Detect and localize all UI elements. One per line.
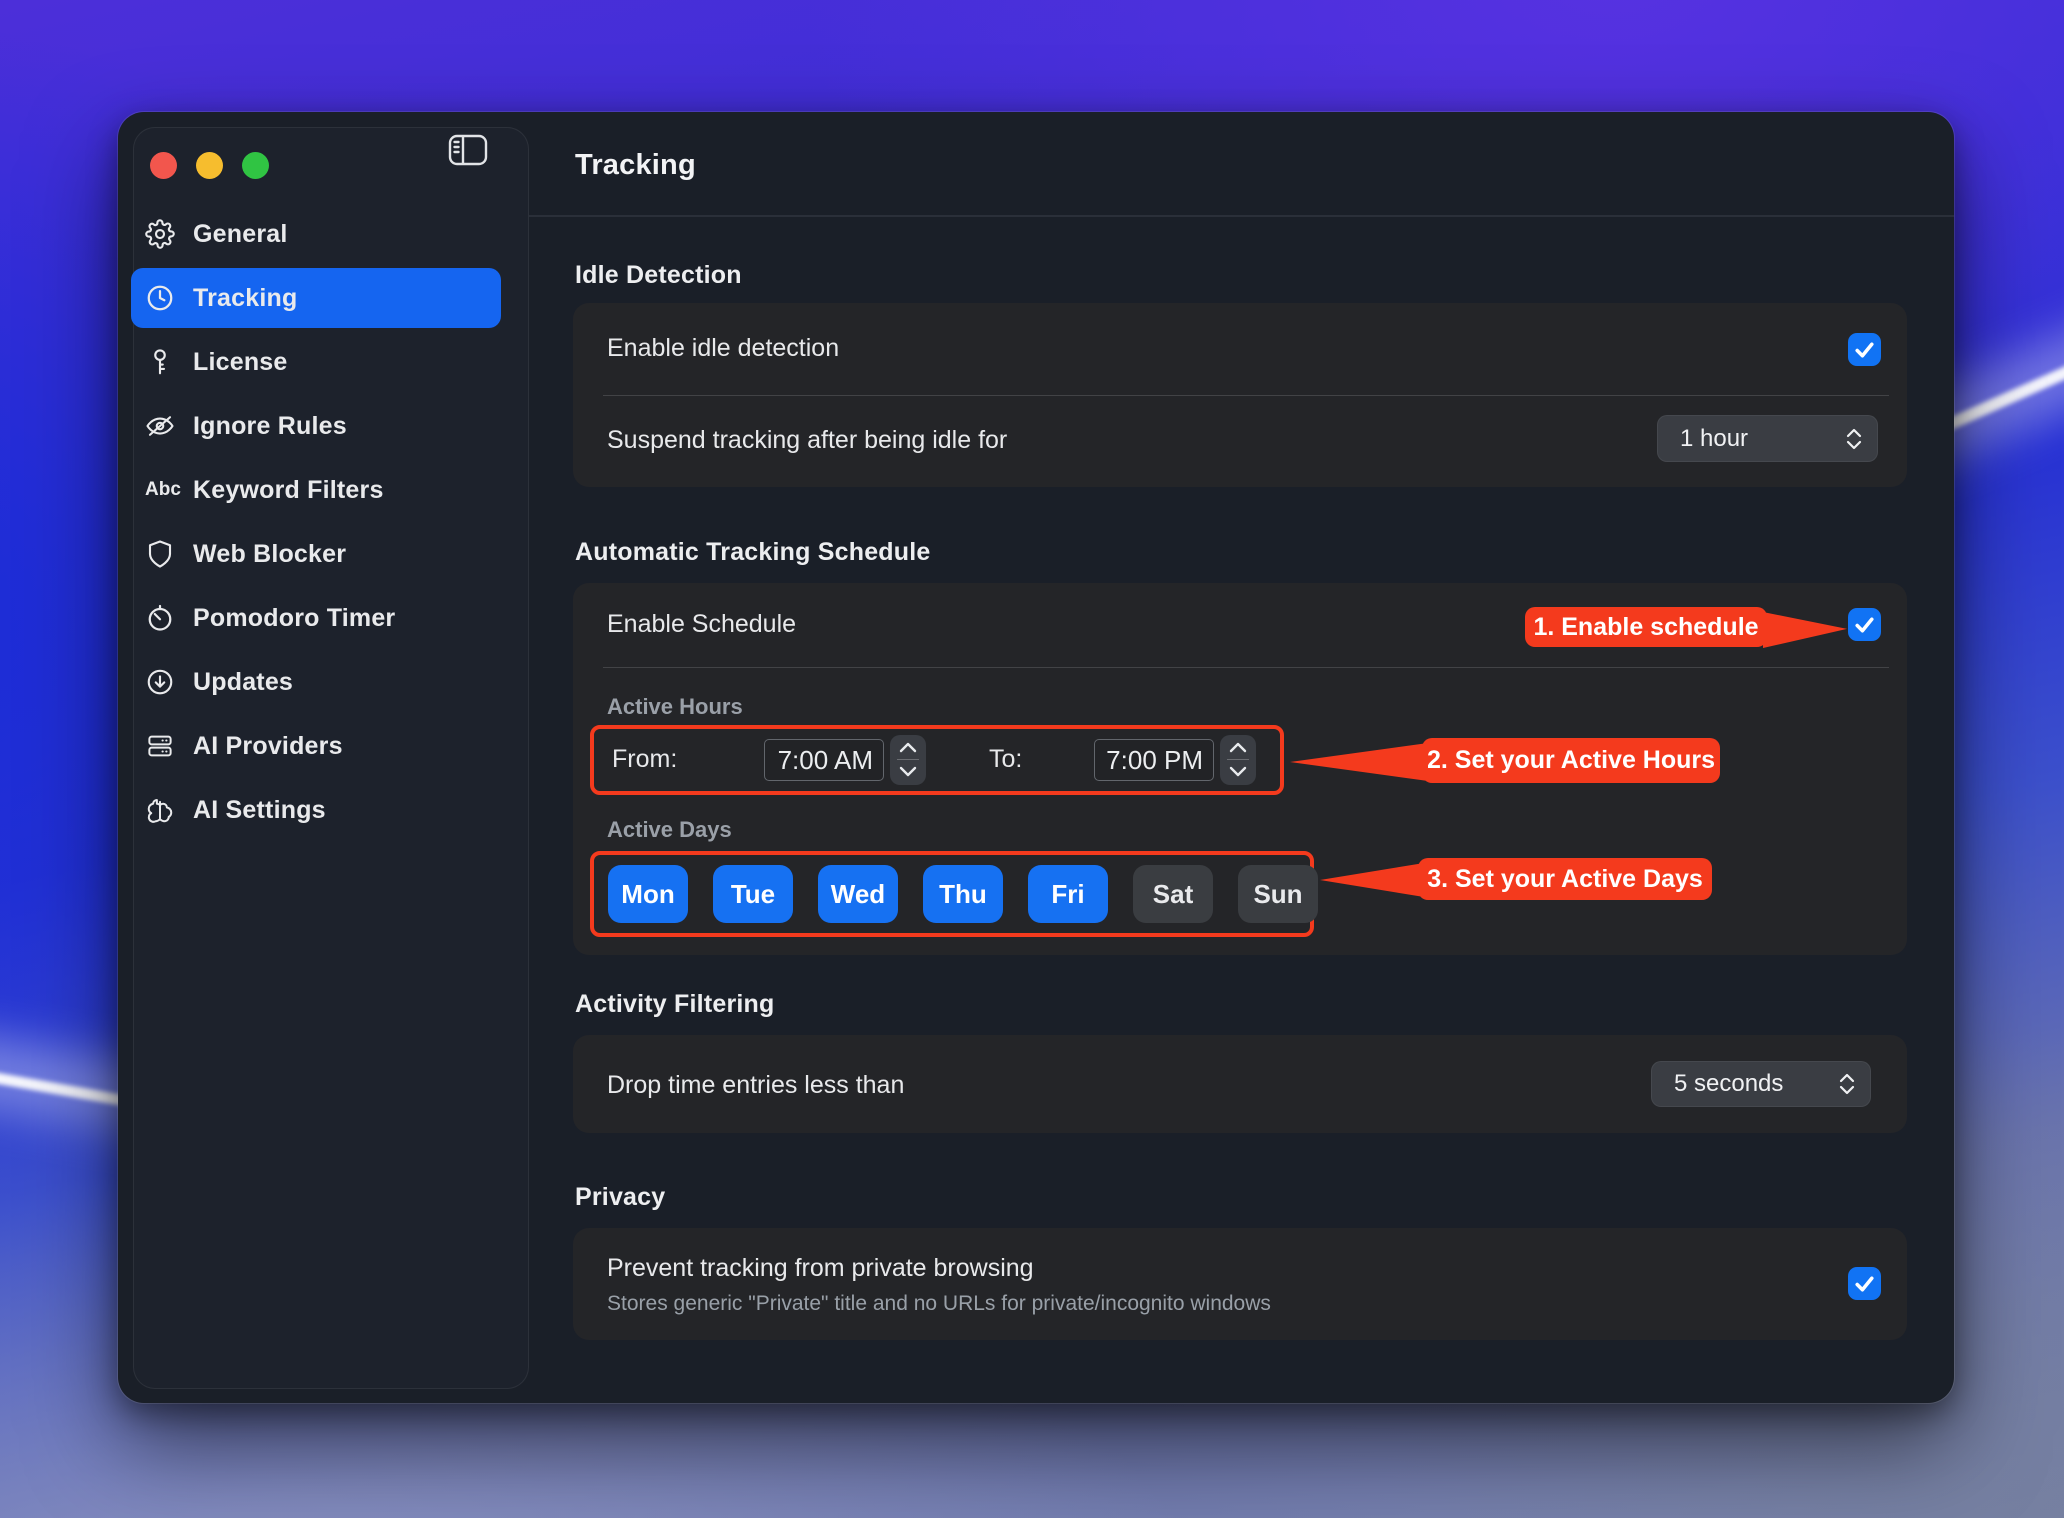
idle-detection-card: Enable idle detection Suspend tracking a… [573, 303, 1907, 487]
titlebar-divider [529, 215, 1954, 217]
day-button-thu[interactable]: Thu [923, 865, 1003, 923]
check-icon [1852, 612, 1877, 637]
sidebar-item-ai-providers[interactable]: AI Providers [131, 716, 501, 776]
day-button-fri[interactable]: Fri [1028, 865, 1108, 923]
sidebar-item-pomodoro-timer[interactable]: Pomodoro Timer [131, 588, 501, 648]
sidebar-item-label: Keyword Filters [193, 476, 384, 505]
sidebar-item-web-blocker[interactable]: Web Blocker [131, 524, 501, 584]
sidebar-item-label: Tracking [193, 284, 297, 313]
drop-entries-label: Drop time entries less than [607, 1071, 904, 1100]
section-title-privacy: Privacy [575, 1183, 665, 1212]
check-icon [1852, 337, 1877, 362]
abc-icon: Abc [145, 475, 181, 505]
stepper-down-icon[interactable] [1225, 760, 1251, 782]
day-button-wed[interactable]: Wed [818, 865, 898, 923]
sidebar-item-ignore-rules[interactable]: Ignore Rules [131, 396, 501, 456]
day-button-tue[interactable]: Tue [713, 865, 793, 923]
from-label: From: [612, 745, 677, 774]
timer-icon [145, 603, 181, 633]
section-title-idle-detection: Idle Detection [575, 261, 742, 290]
drop-entries-dropdown[interactable]: 5 seconds [1651, 1061, 1871, 1107]
sidebar-item-label: License [193, 348, 288, 377]
enable-idle-detection-label: Enable idle detection [607, 334, 839, 363]
from-time-field[interactable]: 7:00 AM [764, 739, 884, 781]
shield-icon [145, 539, 181, 569]
brain-icon [145, 795, 181, 825]
sidebar-item-keyword-filters[interactable]: Abc Keyword Filters [131, 460, 501, 520]
eye-off-icon [145, 411, 181, 441]
sidebar-item-label: AI Providers [193, 732, 343, 761]
stepper-up-icon[interactable] [1225, 737, 1251, 759]
sidebar-item-updates[interactable]: Updates [131, 652, 501, 712]
suspend-tracking-label: Suspend tracking after being idle for [607, 426, 1007, 455]
private-browsing-checkbox[interactable] [1848, 1267, 1881, 1300]
stepper-up-icon[interactable] [895, 737, 921, 759]
private-browsing-sublabel: Stores generic "Private" title and no UR… [607, 1292, 1271, 1316]
desktop-wallpaper: General Tracking License Ignore Rules Ab… [0, 0, 2064, 1518]
clock-icon [145, 283, 181, 313]
drop-entries-value: 5 seconds [1674, 1070, 1783, 1098]
section-title-schedule: Automatic Tracking Schedule [575, 538, 931, 567]
enable-schedule-checkbox[interactable] [1848, 608, 1881, 641]
check-icon [1852, 1271, 1877, 1296]
stepper-down-icon[interactable] [895, 760, 921, 782]
row-divider [603, 667, 1889, 668]
sidebar-item-tracking[interactable]: Tracking [131, 268, 501, 328]
active-days-annotation-box: Mon Tue Wed Thu Fri Sat Sun [590, 851, 1314, 937]
day-button-mon[interactable]: Mon [608, 865, 688, 923]
privacy-card: Prevent tracking from private browsing S… [573, 1228, 1907, 1340]
sidebar-item-label: Pomodoro Timer [193, 604, 395, 633]
zoom-button[interactable] [242, 152, 269, 179]
chevron-up-down-icon [1843, 426, 1865, 452]
active-days-label: Active Days [607, 817, 732, 843]
gear-icon [145, 219, 181, 249]
private-browsing-label: Prevent tracking from private browsing [607, 1254, 1034, 1283]
server-icon [145, 731, 181, 761]
sidebar-nav: General Tracking License Ignore Rules Ab… [131, 204, 501, 844]
sidebar-item-label: Web Blocker [193, 540, 346, 569]
day-button-sun[interactable]: Sun [1238, 865, 1318, 923]
chevron-up-down-icon [1836, 1071, 1858, 1097]
active-hours-annotation-box: From: 7:00 AM To: 7:00 PM [590, 725, 1284, 795]
close-button[interactable] [150, 152, 177, 179]
settings-window: General Tracking License Ignore Rules Ab… [118, 112, 1954, 1403]
idle-duration-value: 1 hour [1680, 425, 1748, 453]
minimize-button[interactable] [196, 152, 223, 179]
enable-schedule-label: Enable Schedule [607, 610, 796, 639]
sidebar-item-license[interactable]: License [131, 332, 501, 392]
active-hours-label: Active Hours [607, 694, 743, 720]
sidebar-item-label: General [193, 220, 288, 249]
sidebar-item-general[interactable]: General [131, 204, 501, 264]
idle-duration-dropdown[interactable]: 1 hour [1657, 415, 1878, 462]
key-icon [145, 347, 181, 377]
sidebar-item-label: AI Settings [193, 796, 326, 825]
from-time-stepper[interactable] [890, 735, 926, 785]
page-title: Tracking [575, 149, 696, 182]
sidebar-item-label: Updates [193, 668, 293, 697]
to-label: To: [989, 745, 1022, 774]
annotation-step1-badge: 1. Enable schedule [1525, 607, 1767, 647]
day-button-sat[interactable]: Sat [1133, 865, 1213, 923]
sidebar-item-label: Ignore Rules [193, 412, 347, 441]
annotation-step3-badge: 3. Set your Active Days [1418, 858, 1712, 900]
enable-idle-detection-checkbox[interactable] [1848, 333, 1881, 366]
annotation-step2-badge: 2. Set your Active Hours [1422, 738, 1720, 783]
section-title-activity-filtering: Activity Filtering [575, 990, 774, 1019]
activity-filtering-card: Drop time entries less than 5 seconds [573, 1035, 1907, 1133]
sidebar-toggle-icon[interactable] [448, 133, 488, 167]
sidebar-item-ai-settings[interactable]: AI Settings [131, 780, 501, 840]
row-divider [603, 395, 1889, 396]
to-time-stepper[interactable] [1220, 735, 1256, 785]
to-time-field[interactable]: 7:00 PM [1094, 739, 1214, 781]
download-circle-icon [145, 667, 181, 697]
